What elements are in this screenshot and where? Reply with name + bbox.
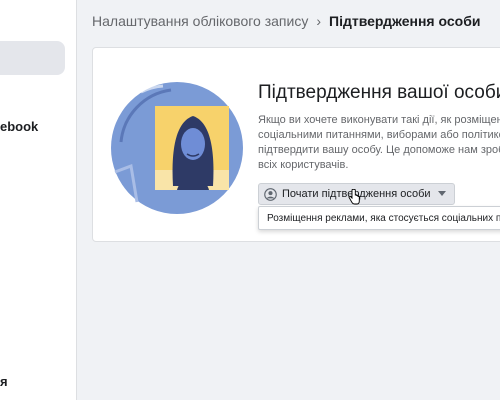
description-line: підтвердити вашу особу. Це допоможе нам … [258, 144, 500, 156]
breadcrumb-current: Підтвердження особи [329, 13, 481, 29]
breadcrumb-link-account-settings[interactable]: Налаштування облікового запису [92, 13, 308, 29]
identity-confirmation-card: Підтвердження вашої особи Якщо ви хочете… [92, 47, 500, 242]
dropdown-option-label: Розміщення реклами, яка стосується соціа… [267, 213, 500, 224]
breadcrumb: Налаштування облікового запису › Підтвер… [92, 13, 480, 29]
description-line: соціальними питаннями, виборами або полі… [258, 129, 500, 141]
identity-illustration [111, 82, 243, 214]
sidebar-item-label[interactable]: я [0, 374, 8, 389]
left-sidebar: ebook я [0, 0, 77, 400]
sidebar-item-selected[interactable] [0, 41, 65, 75]
user-circle-icon [264, 187, 277, 201]
description-line: всіх користувачів. [258, 159, 349, 171]
description-line: Якщо ви хочете виконувати такі дії, як р… [258, 114, 500, 126]
dropdown-option[interactable]: Розміщення реклами, яка стосується соціа… [258, 206, 500, 230]
card-title: Підтвердження вашої особи [258, 82, 500, 103]
card-description: Якщо ви хочете виконувати такі дії, як р… [258, 113, 500, 173]
hand-cursor-icon [348, 189, 360, 205]
sidebar-item-label[interactable]: ebook [0, 119, 38, 134]
breadcrumb-separator: › [316, 13, 321, 29]
caret-down-icon [437, 191, 446, 196]
